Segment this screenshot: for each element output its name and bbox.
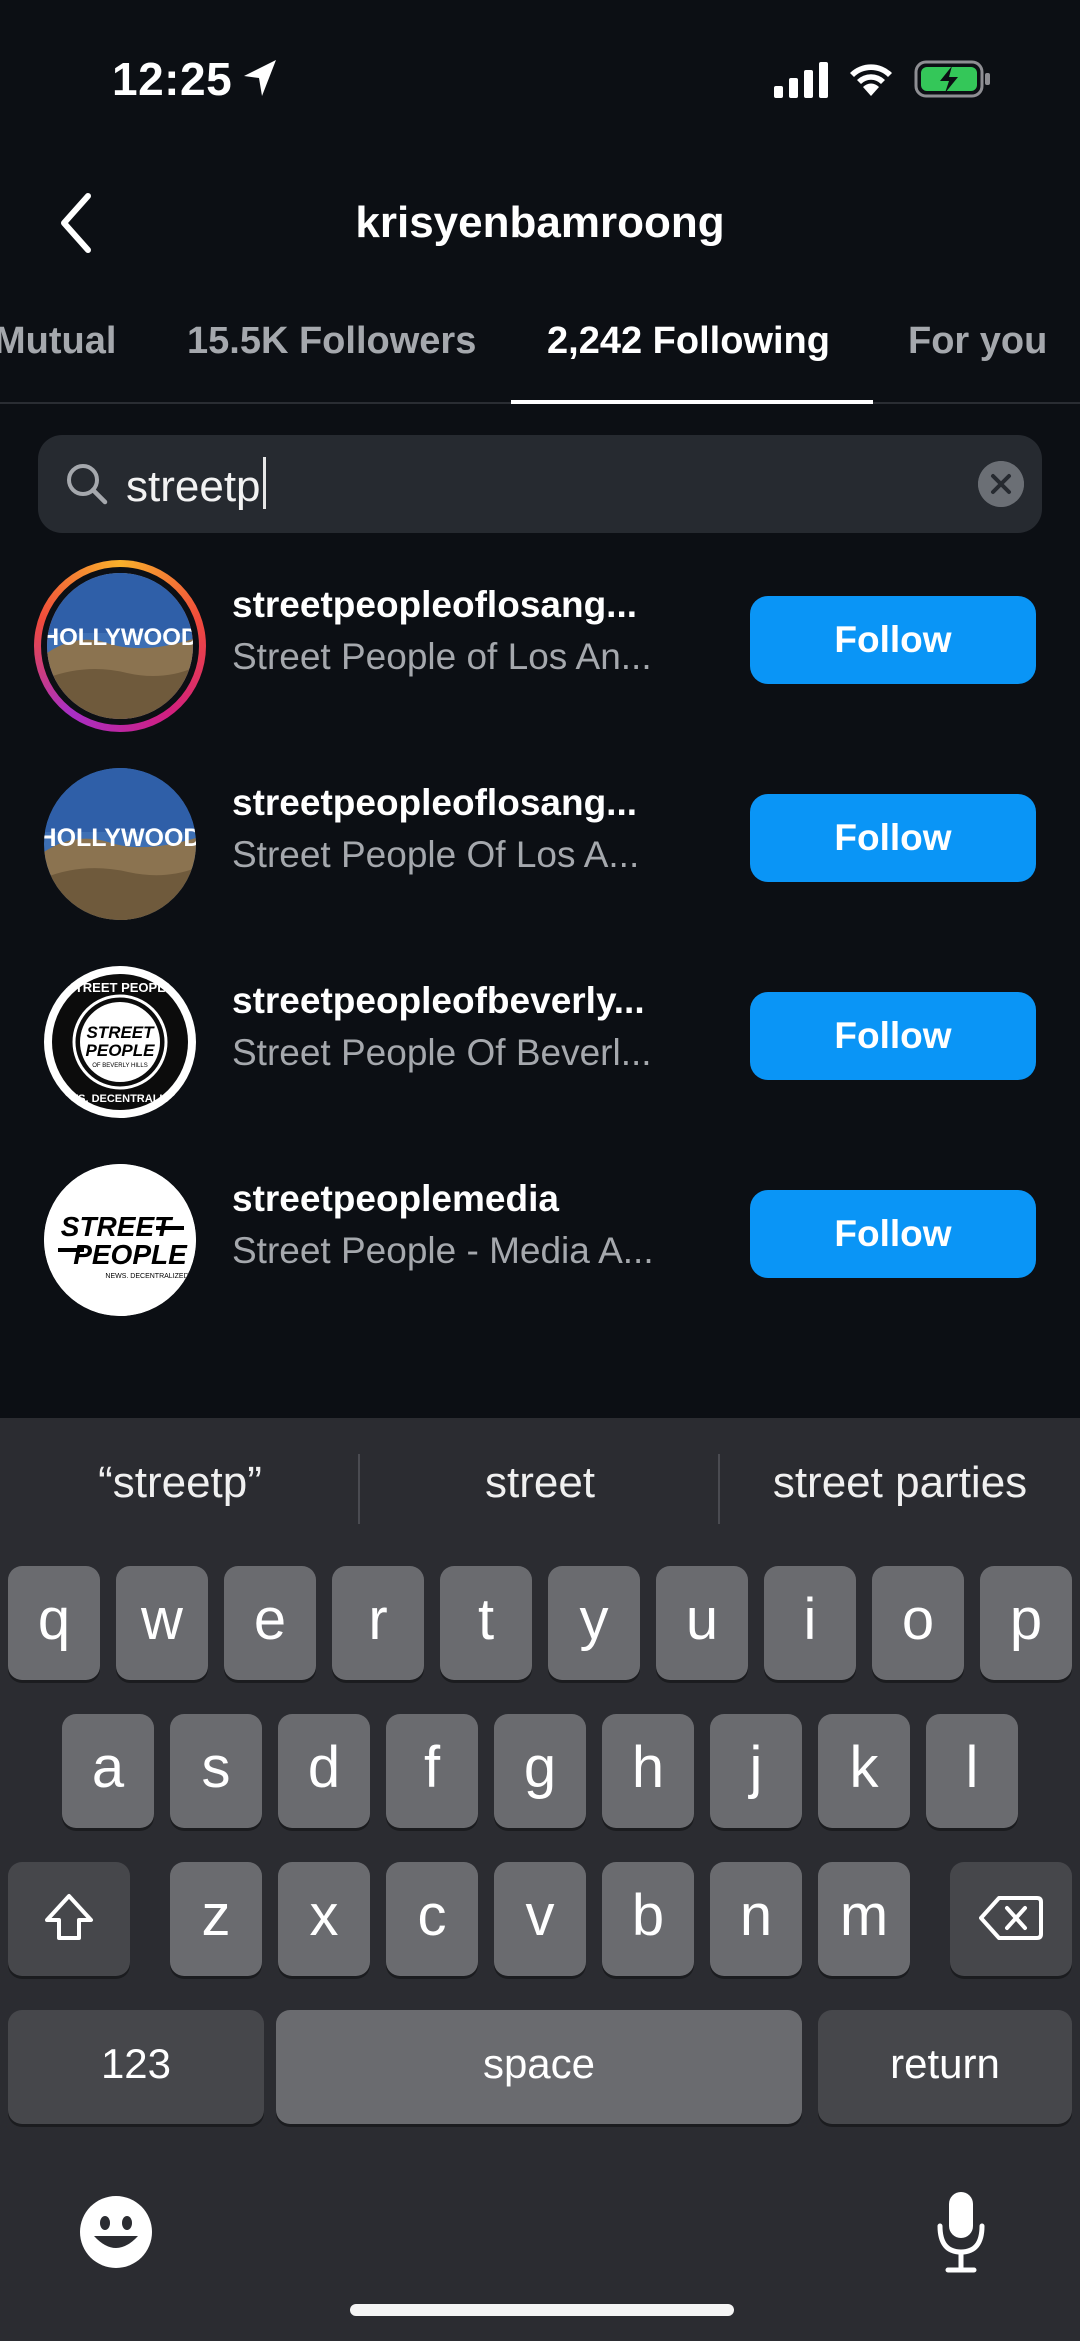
svg-text:HOLLYWOOD: HOLLYWOOD xyxy=(47,624,193,651)
svg-text:STREET: STREET xyxy=(86,1023,155,1042)
location-arrow-icon xyxy=(244,60,276,96)
street-people-logo: STREET PEOPLE STREET PEOPLE OF BEVERLY H… xyxy=(46,968,194,1116)
key-l[interactable]: l xyxy=(926,1714,1018,1828)
key-i[interactable]: i xyxy=(764,1566,856,1680)
home-indicator[interactable] xyxy=(350,2304,734,2316)
shift-key[interactable] xyxy=(8,1862,130,1976)
numbers-key[interactable]: 123 xyxy=(8,2010,264,2124)
street-people-media-logo: STREET PEOPLE NEWS. DECENTRALIZED. xyxy=(44,1164,196,1316)
key-m[interactable]: m xyxy=(818,1862,910,1976)
follow-button[interactable]: Follow xyxy=(750,794,1036,882)
shift-arrow-icon xyxy=(45,1894,93,1940)
text-cursor xyxy=(262,457,266,509)
key-w[interactable]: w xyxy=(116,1566,208,1680)
search-input[interactable]: streetp xyxy=(126,457,266,512)
suggestion-bar: “streetp” street street parties xyxy=(0,1418,1080,1558)
list-item[interactable]: HOLLYWOOD streetpeopleoflosang... Street… xyxy=(0,748,1080,928)
key-f[interactable]: f xyxy=(386,1714,478,1828)
delete-key[interactable] xyxy=(950,1862,1072,1976)
result-username[interactable]: streetpeopleofbeverly... xyxy=(232,980,645,1022)
tab-for-you[interactable]: For you xyxy=(908,320,1047,363)
key-y[interactable]: y xyxy=(548,1566,640,1680)
key-t[interactable]: t xyxy=(440,1566,532,1680)
tab-bar: Mutual 15.5K Followers 2,242 Following F… xyxy=(0,300,1080,404)
key-b[interactable]: b xyxy=(602,1862,694,1976)
wifi-icon xyxy=(850,64,892,96)
result-fullname: Street People of Los An... xyxy=(232,636,652,677)
status-time: 12:25 xyxy=(112,53,233,105)
key-g[interactable]: g xyxy=(494,1714,586,1828)
suggestion-item[interactable]: street xyxy=(360,1458,720,1508)
result-username[interactable]: streetpeopleoflosang... xyxy=(232,782,637,824)
key-a[interactable]: a xyxy=(62,1714,154,1828)
avatar[interactable]: HOLLYWOOD xyxy=(34,560,206,732)
svg-text:STREET PEOPLE: STREET PEOPLE xyxy=(66,980,174,995)
list-item[interactable]: STREET PEOPLE NEWS. DECENTRALIZED. stree… xyxy=(0,1144,1080,1324)
avatar[interactable]: STREET PEOPLE NEWS. DECENTRALIZED. xyxy=(44,1164,196,1316)
svg-text:HOLLYWOOD: HOLLYWOOD xyxy=(44,824,196,852)
follow-button[interactable]: Follow xyxy=(750,1190,1036,1278)
backspace-icon xyxy=(979,1896,1043,1940)
key-x[interactable]: x xyxy=(278,1862,370,1976)
keyboard: “streetp” street street parties q w e r … xyxy=(0,1418,1080,2341)
key-s[interactable]: s xyxy=(170,1714,262,1828)
result-fullname: Street People Of Los A... xyxy=(232,834,640,875)
follow-button[interactable]: Follow xyxy=(750,596,1036,684)
emoji-icon[interactable] xyxy=(78,2194,154,2270)
status-bar: 12:25 xyxy=(0,0,1080,160)
clear-search-icon[interactable] xyxy=(978,461,1024,507)
avatar[interactable]: STREET PEOPLE STREET PEOPLE OF BEVERLY H… xyxy=(44,966,196,1118)
active-tab-indicator xyxy=(511,400,873,404)
key-r[interactable]: r xyxy=(332,1566,424,1680)
key-k[interactable]: k xyxy=(818,1714,910,1828)
list-item[interactable]: STREET PEOPLE STREET PEOPLE OF BEVERLY H… xyxy=(0,946,1080,1126)
avatar[interactable]: HOLLYWOOD xyxy=(44,768,196,920)
list-item[interactable]: HOLLYWOOD streetpeopleoflosang... Street… xyxy=(0,550,1080,732)
key-n[interactable]: n xyxy=(710,1862,802,1976)
tab-following[interactable]: 2,242 Following xyxy=(547,320,830,363)
tab-mutual[interactable]: Mutual xyxy=(0,320,116,363)
key-z[interactable]: z xyxy=(170,1862,262,1976)
result-username[interactable]: streetpeopleoflosang... xyxy=(232,584,637,626)
svg-text:NEWS. DECENTRALIZED.: NEWS. DECENTRALIZED. xyxy=(52,1093,187,1105)
header: krisyenbamroong xyxy=(0,170,1080,280)
key-c[interactable]: c xyxy=(386,1862,478,1976)
key-v[interactable]: v xyxy=(494,1862,586,1976)
key-q[interactable]: q xyxy=(8,1566,100,1680)
follow-button[interactable]: Follow xyxy=(750,992,1036,1080)
tab-followers[interactable]: 15.5K Followers xyxy=(187,320,476,363)
key-j[interactable]: j xyxy=(710,1714,802,1828)
return-key[interactable]: return xyxy=(818,2010,1072,2124)
microphone-icon[interactable] xyxy=(932,2188,990,2276)
svg-text:PEOPLE: PEOPLE xyxy=(86,1041,156,1060)
battery-charging-icon xyxy=(914,60,990,98)
result-username[interactable]: streetpeoplemedia xyxy=(232,1178,559,1220)
suggestion-item[interactable]: “streetp” xyxy=(0,1458,360,1508)
hollywood-sign-image: HOLLYWOOD xyxy=(44,768,196,920)
search-field[interactable]: streetp xyxy=(38,435,1042,533)
key-e[interactable]: e xyxy=(224,1566,316,1680)
page-title: krisyenbamroong xyxy=(355,198,725,247)
svg-text:OF BEVERLY HILLS: OF BEVERLY HILLS xyxy=(92,1063,147,1069)
svg-text:NEWS. DECENTRALIZED.: NEWS. DECENTRALIZED. xyxy=(105,1273,190,1280)
result-fullname: Street People Of Beverl... xyxy=(232,1032,652,1073)
hollywood-sign-image: HOLLYWOOD xyxy=(47,573,193,719)
key-u[interactable]: u xyxy=(656,1566,748,1680)
svg-text:PEOPLE: PEOPLE xyxy=(73,1239,188,1270)
key-h[interactable]: h xyxy=(602,1714,694,1828)
result-fullname: Street People - Media A... xyxy=(232,1230,654,1271)
suggestion-item[interactable]: street parties xyxy=(720,1458,1080,1508)
key-d[interactable]: d xyxy=(278,1714,370,1828)
key-o[interactable]: o xyxy=(872,1566,964,1680)
space-key[interactable]: space xyxy=(276,2010,802,2124)
cellular-signal-icon xyxy=(774,62,828,98)
key-p[interactable]: p xyxy=(980,1566,1072,1680)
search-icon xyxy=(67,464,108,505)
